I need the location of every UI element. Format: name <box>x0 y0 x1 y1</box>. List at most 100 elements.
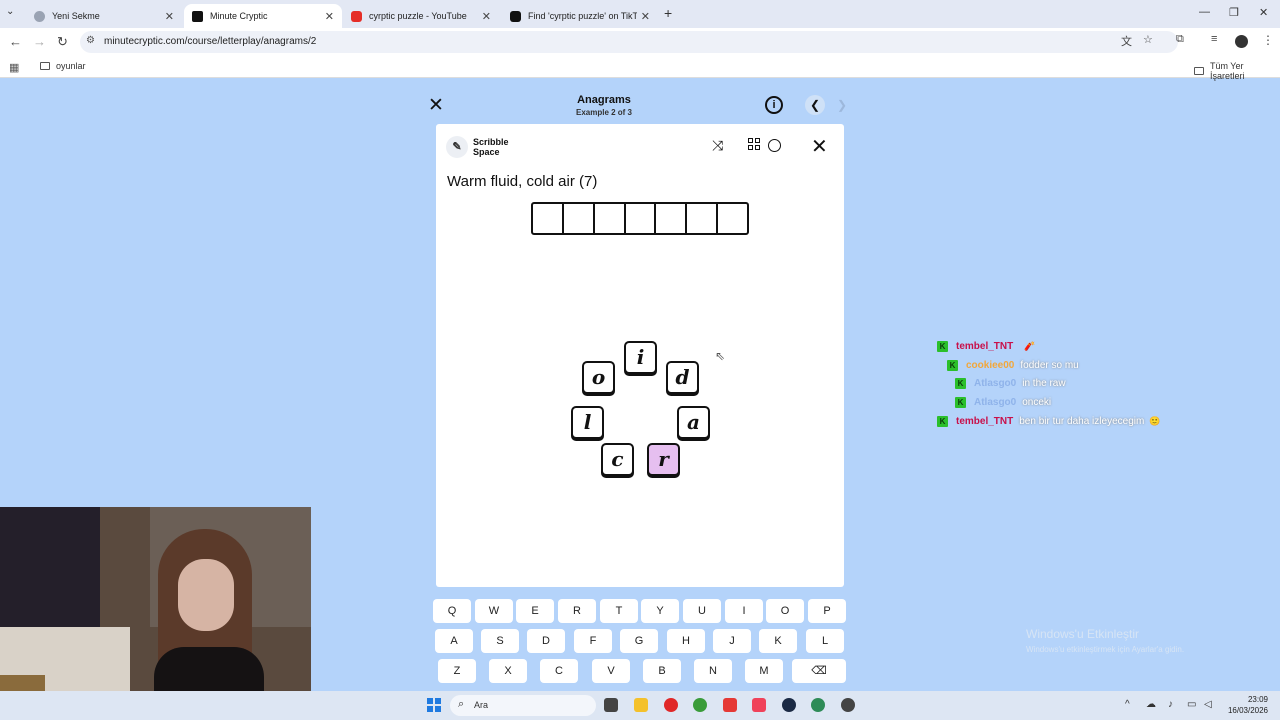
tab-tiktok[interactable]: Find 'cyrptic puzzle' on TikTok ✕ <box>502 4 658 28</box>
letter-tile-highlighted[interactable]: r <box>647 443 680 476</box>
reload-button[interactable]: ↻ <box>57 34 68 50</box>
exit-lesson-button[interactable]: ✕ <box>428 94 444 117</box>
minimize-button[interactable]: — <box>1199 6 1210 18</box>
answer-cell[interactable] <box>656 204 688 233</box>
menu-icon[interactable]: ⋮ <box>1262 33 1274 47</box>
key[interactable]: L <box>806 629 844 653</box>
answer-grid[interactable] <box>531 202 749 235</box>
network-icon[interactable]: ▭ <box>1187 699 1196 710</box>
forward-button[interactable]: → <box>33 34 46 49</box>
grid-layout-icon[interactable] <box>748 138 762 152</box>
key[interactable]: K <box>759 629 797 653</box>
key[interactable]: U <box>683 599 721 623</box>
site-info-icon[interactable]: ⚙ <box>86 35 95 46</box>
letter-tile[interactable]: o <box>582 361 615 394</box>
tab-new-tab[interactable]: Yeni Sekme ✕ <box>26 4 182 28</box>
restore-button[interactable]: ❐ <box>1229 6 1239 19</box>
chrome-taskbar-icon[interactable] <box>693 698 707 712</box>
page-subtitle: Example 2 of 3 <box>575 108 633 117</box>
key[interactable]: T <box>600 599 638 623</box>
key[interactable]: N <box>694 659 732 683</box>
browser-icon[interactable] <box>811 698 825 712</box>
answer-cell[interactable] <box>564 204 595 233</box>
key[interactable]: B <box>643 659 681 683</box>
letter-tile[interactable]: l <box>571 406 604 439</box>
key[interactable]: R <box>558 599 596 623</box>
info-button[interactable]: i <box>765 96 783 114</box>
new-tab-button[interactable]: + <box>664 5 672 21</box>
tray-app-icon[interactable]: ☁ <box>1146 699 1156 710</box>
chat-text: onceki <box>1022 397 1052 408</box>
shuffle-icon[interactable]: ⤨ <box>712 137 723 154</box>
key[interactable]: S <box>481 629 519 653</box>
profile-avatar[interactable] <box>1235 35 1248 48</box>
tray-overflow-icon[interactable]: ^ <box>1125 699 1130 710</box>
close-scribble-button[interactable]: ✕ <box>811 134 828 159</box>
key[interactable]: Z <box>438 659 476 683</box>
chrome-icon <box>34 10 45 22</box>
tab-strip: ⌄ Yeni Sekme ✕ Minute Cryptic ✕ cyrptic … <box>0 0 1280 28</box>
app-icon[interactable] <box>723 698 737 712</box>
circle-layout-icon[interactable] <box>768 139 781 152</box>
app-icon[interactable] <box>664 698 678 712</box>
close-tab-icon[interactable]: ✕ <box>165 10 174 23</box>
key[interactable]: Q <box>433 599 471 623</box>
bookmark-star-icon[interactable]: ☆ <box>1143 33 1153 46</box>
address-bar[interactable]: ⚙ minutecryptic.com/course/letterplay/an… <box>80 31 1178 53</box>
answer-cell[interactable] <box>718 204 747 233</box>
letter-tile[interactable]: i <box>624 341 657 374</box>
letter-tile[interactable]: a <box>677 406 710 439</box>
tab-youtube[interactable]: cyrptic puzzle - YouTube ✕ <box>343 4 499 28</box>
key[interactable]: H <box>667 629 705 653</box>
answer-cell[interactable] <box>533 204 564 233</box>
backspace-key[interactable]: ⌫ <box>792 659 846 683</box>
close-tab-icon[interactable]: ✕ <box>641 10 650 23</box>
key[interactable]: O <box>766 599 804 623</box>
search-icon: ⌕ <box>458 698 465 710</box>
key[interactable]: E <box>516 599 554 623</box>
key[interactable]: X <box>489 659 527 683</box>
taskbar-clock[interactable]: 23:09 16/03/2026 <box>1222 694 1268 716</box>
music-icon[interactable] <box>752 698 766 712</box>
key[interactable]: G <box>620 629 658 653</box>
all-bookmarks[interactable]: Tüm Yer İşaretleri <box>1194 61 1280 81</box>
steam-icon[interactable] <box>782 698 796 712</box>
answer-cell[interactable] <box>687 204 719 233</box>
start-button[interactable] <box>427 698 441 712</box>
key[interactable]: Y <box>641 599 679 623</box>
close-tab-icon[interactable]: ✕ <box>325 10 334 23</box>
answer-cell[interactable] <box>595 204 626 233</box>
close-window-button[interactable]: ✕ <box>1259 6 1268 19</box>
file-explorer-icon[interactable] <box>634 698 648 712</box>
translate-icon[interactable]: 文 <box>1121 33 1132 49</box>
key[interactable]: J <box>713 629 751 653</box>
key[interactable]: V <box>592 659 630 683</box>
extensions-icon[interactable]: ⧉ <box>1176 33 1184 46</box>
bookmark-folder-oyunlar[interactable]: oyunlar <box>40 61 86 71</box>
tab-search-button[interactable]: ⌄ <box>6 6 14 17</box>
tab-minute-cryptic[interactable]: Minute Cryptic ✕ <box>184 4 342 28</box>
next-button[interactable]: ❯ <box>832 95 852 115</box>
taskbar-search[interactable]: ⌕ Ara <box>450 695 596 716</box>
answer-cell[interactable] <box>626 204 657 233</box>
obs-icon[interactable] <box>841 698 855 712</box>
key[interactable]: C <box>540 659 578 683</box>
key[interactable]: M <box>745 659 783 683</box>
previous-button[interactable]: ❮ <box>805 95 825 115</box>
back-button[interactable]: ← <box>9 34 22 49</box>
media-control-icon[interactable]: ≡ <box>1211 33 1217 45</box>
chat-text: ben bir tur daha izleyecegim <box>1019 416 1145 427</box>
microphone-icon[interactable]: ♪ <box>1168 699 1173 710</box>
task-view-icon[interactable] <box>604 698 618 712</box>
key[interactable]: F <box>574 629 612 653</box>
key[interactable]: P <box>808 599 846 623</box>
key[interactable]: W <box>475 599 513 623</box>
key[interactable]: A <box>435 629 473 653</box>
volume-icon[interactable]: ◁ <box>1204 699 1212 710</box>
close-tab-icon[interactable]: ✕ <box>482 10 491 23</box>
key[interactable]: I <box>725 599 763 623</box>
apps-icon[interactable]: ▦ <box>9 61 19 74</box>
letter-tile[interactable]: d <box>666 361 699 394</box>
letter-tile[interactable]: c <box>601 443 634 476</box>
key[interactable]: D <box>527 629 565 653</box>
